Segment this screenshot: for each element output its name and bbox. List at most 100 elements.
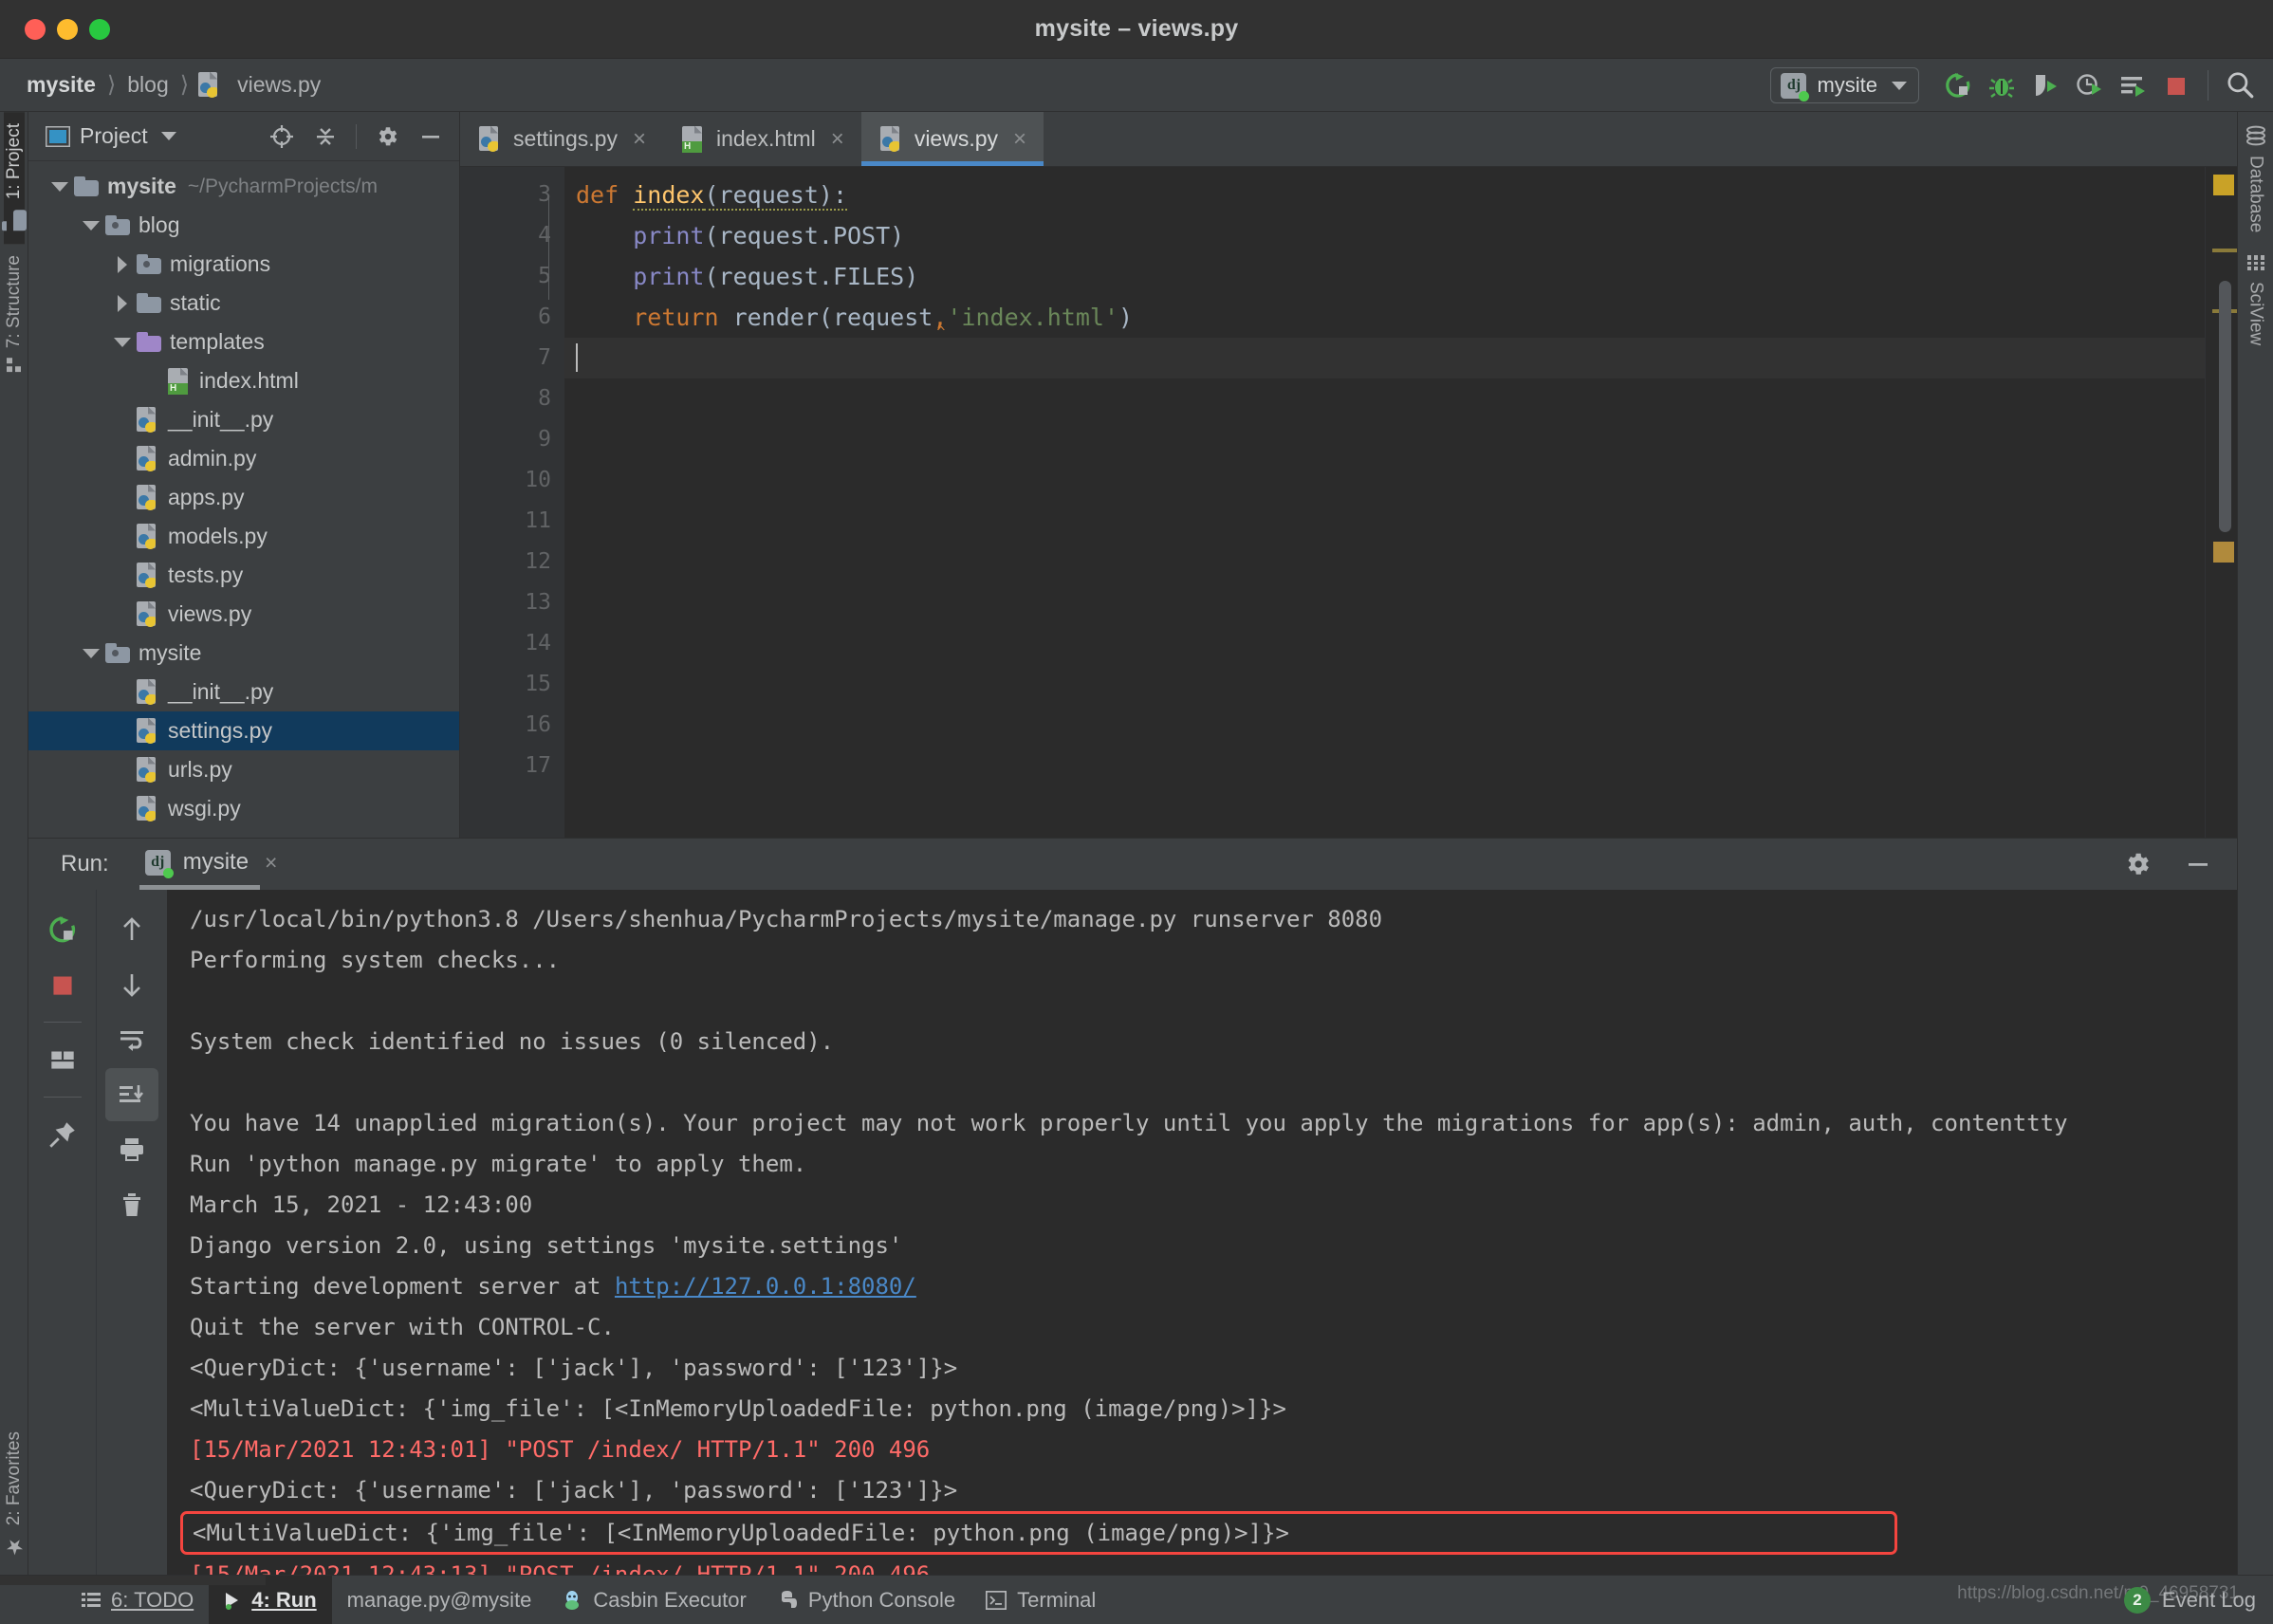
- gear-icon[interactable]: [370, 120, 404, 154]
- coverage-icon[interactable]: [2024, 64, 2067, 107]
- close-window-icon[interactable]: [25, 18, 46, 40]
- breadcrumb-separator-icon: ⟩: [106, 72, 117, 98]
- tree-item-views-py[interactable]: views.py: [28, 595, 459, 634]
- tree-item-mysite[interactable]: mysite ~/PycharmProjects/m: [28, 167, 459, 206]
- sidebar-item-project[interactable]: 1: Project: [1, 112, 27, 245]
- target-icon[interactable]: [265, 120, 299, 154]
- layout-icon[interactable]: [36, 1033, 89, 1086]
- profile-icon[interactable]: [2067, 64, 2111, 107]
- down-arrow-icon[interactable]: [105, 958, 158, 1011]
- run-tab-label: mysite: [182, 849, 249, 875]
- print-icon[interactable]: [105, 1123, 158, 1176]
- tree-item-blog[interactable]: blog: [28, 206, 459, 245]
- breadcrumb-item-folder[interactable]: blog: [120, 72, 176, 98]
- stop-icon[interactable]: [36, 958, 89, 1011]
- project-and-editor-row: Project mysite ~/PycharmProjects/m blog …: [28, 112, 2237, 838]
- gear-icon[interactable]: [2123, 850, 2152, 878]
- sidebar-item-sciview[interactable]: SciView: [2245, 253, 2266, 346]
- pin-icon[interactable]: [36, 1108, 89, 1161]
- close-icon[interactable]: ×: [831, 127, 844, 151]
- status-item-terminal[interactable]: Terminal: [970, 1576, 1111, 1624]
- status-item-python-console[interactable]: Python Console: [762, 1576, 970, 1624]
- search-icon[interactable]: [2218, 64, 2262, 107]
- code-line-print-files: print(request.FILES): [633, 263, 919, 290]
- console-link[interactable]: http://127.0.0.1:8080/: [615, 1273, 916, 1300]
- folder-icon: [74, 176, 99, 196]
- tree-item-settings-py[interactable]: settings.py: [28, 711, 459, 750]
- chevron-down-icon[interactable]: [46, 181, 74, 192]
- status-item-manage-py[interactable]: manage.py@mysite: [332, 1576, 547, 1624]
- editor-tab-views-py[interactable]: views.py ×: [860, 112, 1044, 166]
- tree-item-migrations[interactable]: migrations: [28, 245, 459, 284]
- close-icon[interactable]: ×: [1013, 127, 1026, 151]
- code-editor[interactable]: 3 4 5 6 7 8 9 10 11 12 13 14 15 16 17 de…: [460, 167, 2237, 838]
- tree-item-mysite[interactable]: mysite: [28, 634, 459, 673]
- trash-icon[interactable]: [105, 1178, 158, 1231]
- chevron-down-icon[interactable]: [108, 337, 137, 347]
- scroll-to-end-icon[interactable]: [105, 1068, 158, 1121]
- code-lines[interactable]: def index(request): print(request.POST) …: [564, 167, 2205, 838]
- editor-tab-index-html[interactable]: Hindex.html ×: [663, 112, 861, 166]
- inspection-warning-marker[interactable]: [2213, 175, 2234, 195]
- tree-item-models-py[interactable]: models.py: [28, 517, 459, 556]
- sidebar-item-database[interactable]: Database: [2245, 125, 2266, 232]
- tree-item-label: migrations: [170, 251, 271, 276]
- tree-item-wsgi-py[interactable]: wsgi.py: [28, 789, 459, 828]
- sidebar-item-favorites[interactable]: ★ 2: Favorites: [2, 1420, 26, 1569]
- minimize-window-icon[interactable]: [57, 18, 78, 40]
- close-icon[interactable]: ×: [633, 127, 646, 151]
- status-item-event-log[interactable]: Event Log: [2162, 1576, 2256, 1624]
- tree-item-index-html[interactable]: Hindex.html: [28, 361, 459, 400]
- status-item-casbin-executor[interactable]: Casbin Executor: [546, 1576, 761, 1624]
- chevron-right-icon[interactable]: [108, 255, 137, 273]
- rerun-icon[interactable]: [1936, 64, 1980, 107]
- pycharm-window: mysite – views.py mysite ⟩ blog ⟩ views.…: [0, 0, 2273, 1624]
- editor-tab-label: settings.py: [513, 126, 618, 151]
- chevron-down-icon[interactable]: [77, 648, 105, 658]
- sidebar-item-structure[interactable]: 7: Structure: [4, 244, 25, 383]
- chevron-down-icon[interactable]: [160, 132, 176, 140]
- editor-gutter[interactable]: 3 4 5 6 7 8 9 10 11 12 13 14 15 16 17: [460, 167, 564, 838]
- module-folder-icon: [105, 643, 130, 663]
- tree-item-static[interactable]: static: [28, 284, 459, 323]
- tree-item-urls-py[interactable]: urls.py: [28, 750, 459, 789]
- line-number: 5: [538, 264, 551, 288]
- run-configuration-selector[interactable]: dj mysite: [1770, 67, 1919, 103]
- project-tree[interactable]: mysite ~/PycharmProjects/m blog migrations s…: [28, 161, 459, 838]
- run-tests-icon[interactable]: [2111, 64, 2154, 107]
- up-arrow-icon[interactable]: [105, 903, 158, 956]
- python-file-icon: [137, 717, 159, 745]
- left-tool-window-strip: 1: Project 7: Structure ★ 2: Favorites: [0, 112, 28, 1575]
- rerun-icon[interactable]: [36, 903, 89, 956]
- sidebar-item-structure-label: 7: Structure: [3, 255, 24, 349]
- editor-scrollbar-thumb[interactable]: [2219, 281, 2231, 532]
- run-tab-mysite[interactable]: dj mysite ×: [139, 849, 277, 890]
- tree-item-init-py[interactable]: __init__.py: [28, 673, 459, 711]
- collapse-all-icon[interactable]: [308, 120, 342, 154]
- minimize-icon[interactable]: [2184, 850, 2212, 878]
- stop-icon[interactable]: [2154, 64, 2198, 107]
- chevron-down-icon[interactable]: [77, 220, 105, 231]
- editor-tab-settings-py[interactable]: settings.py ×: [460, 112, 663, 166]
- tree-item-templates[interactable]: templates: [28, 323, 459, 361]
- editor-marker-bar[interactable]: [2205, 167, 2237, 838]
- maximize-window-icon[interactable]: [89, 18, 110, 40]
- tree-item-init-py[interactable]: __init__.py: [28, 400, 459, 439]
- tree-item-tests-py[interactable]: tests.py: [28, 556, 459, 595]
- breadcrumb-item-file[interactable]: views.py: [193, 71, 328, 99]
- breadcrumb-item-project[interactable]: mysite: [19, 72, 103, 98]
- close-icon[interactable]: ×: [265, 850, 277, 876]
- chevron-right-icon[interactable]: [108, 294, 137, 312]
- tree-item-admin-py[interactable]: admin.py: [28, 439, 459, 478]
- minimize-icon[interactable]: [414, 120, 448, 154]
- chevron-down-icon: [1892, 81, 1907, 90]
- bookmark-marker[interactable]: [2213, 542, 2234, 563]
- run-console-output[interactable]: /usr/local/bin/python3.8 /Users/shenhua/…: [167, 890, 2237, 1575]
- soft-wrap-icon[interactable]: [105, 1013, 158, 1066]
- tree-item-apps-py[interactable]: apps.py: [28, 478, 459, 517]
- warning-stripe[interactable]: [2212, 249, 2237, 252]
- main-body: 1: Project 7: Structure ★ 2: Favorites P…: [0, 112, 2273, 1575]
- debug-icon[interactable]: [1980, 64, 2024, 107]
